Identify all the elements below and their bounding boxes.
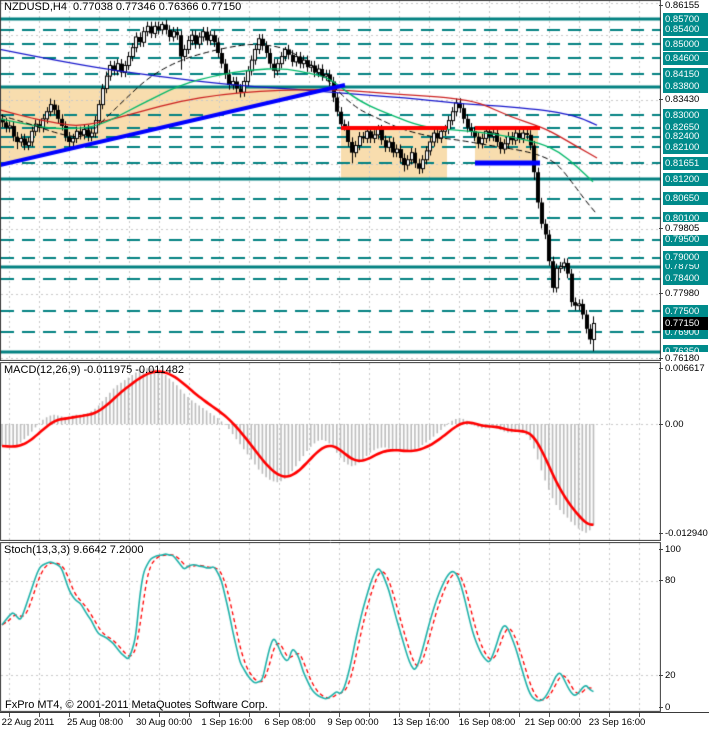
price-axis-label: 0.79805: [659, 222, 708, 236]
bid-price-label: 0.77150: [663, 316, 708, 330]
macd-axis-label: 0.00: [659, 417, 708, 431]
price-level-label: 0.78400: [663, 272, 708, 286]
price-level-label: 0.84150: [663, 67, 708, 81]
axis-tick: [659, 5, 663, 6]
price-level-label: 0.80650: [663, 192, 708, 206]
axis-tick: [659, 228, 663, 230]
price-axis-label: 0.77980: [659, 287, 708, 301]
macd-axis-label: 0.006617: [659, 361, 708, 375]
price-level-label: 0.85400: [663, 23, 708, 37]
price-chart-canvas[interactable]: [0, 0, 661, 361]
price-level-label: 0.77500: [663, 304, 708, 318]
price-level-label: 0.83000: [663, 108, 708, 122]
price-level-label: 0.84600: [663, 51, 708, 65]
stoch-axis-label: 100: [659, 542, 708, 556]
time-axis-label: 21 Sep 00:00: [524, 717, 582, 728]
stoch-axis-label: 20: [659, 668, 708, 682]
macd-axis-label: -0.012940: [659, 526, 708, 540]
price-level-label: 0.83800: [663, 80, 708, 94]
price-level-label: 0.81651: [663, 156, 708, 170]
time-axis-label: 13 Sep 16:00: [392, 717, 450, 728]
price-axis-label: 0.83430: [659, 93, 708, 107]
time-axis-label: 16 Sep 08:00: [458, 717, 516, 728]
macd-panel-title: MACD(12,26,9) -0.011975 -0.011482: [4, 364, 184, 376]
axis-tick: [659, 580, 663, 582]
axis-tick: [659, 706, 663, 708]
copyright-text: FxPro MT4, © 2001-2011 MetaQuotes Softwa…: [5, 699, 268, 711]
axis-tick: [659, 367, 663, 369]
time-axis-label: 1 Sep 16:00: [201, 717, 253, 728]
price-level-label: 0.85000: [663, 37, 708, 51]
axis-tick: [659, 423, 663, 425]
time-axis-label: 25 Aug 08:00: [67, 717, 123, 728]
time-axis[interactable]: 22 Aug 2011 25 Aug 08:00 30 Aug 00:00 1 Sep…: [0, 712, 709, 734]
price-panel-title: NZDUSD,H4 0.77038 0.77346 0.76366 0.7715…: [4, 1, 242, 13]
axis-tick: [659, 674, 663, 676]
macd-indicator-canvas[interactable]: [0, 362, 661, 541]
time-axis-label: 30 Aug 00:00: [136, 717, 192, 728]
price-axis[interactable]: 0.857000.838000.812000.787500.763500.854…: [659, 0, 709, 734]
axis-tick: [659, 99, 663, 101]
price-axis-label: 0.86155: [659, 0, 708, 12]
axis-tick: [659, 548, 663, 550]
time-axis-tick: [129, 713, 130, 717]
axis-tick: [659, 532, 663, 534]
price-level-label: 0.79000: [663, 251, 708, 265]
price-level-label: 0.82100: [663, 140, 708, 154]
stochastic-indicator-canvas[interactable]: [0, 542, 661, 712]
time-axis-label: 6 Sep 08:00: [264, 717, 316, 728]
axis-tick: [659, 293, 663, 295]
time-axis-label: 9 Sep 00:00: [327, 717, 379, 728]
axis-tick: [659, 357, 663, 359]
stoch-panel-title: Stoch(13,3,3) 9.6642 7.2000: [4, 544, 144, 556]
price-level-label: 0.81200: [663, 172, 708, 186]
mt4-chart-window: NZDUSD,H4 0.77038 0.77346 0.76366 0.7715…: [0, 0, 709, 734]
time-axis-label: 22 Aug 2011: [1, 717, 55, 728]
stoch-axis-label: 80: [659, 574, 708, 588]
time-axis-label: 23 Sep 16:00: [588, 717, 646, 728]
time-axis-tick: [519, 713, 520, 717]
